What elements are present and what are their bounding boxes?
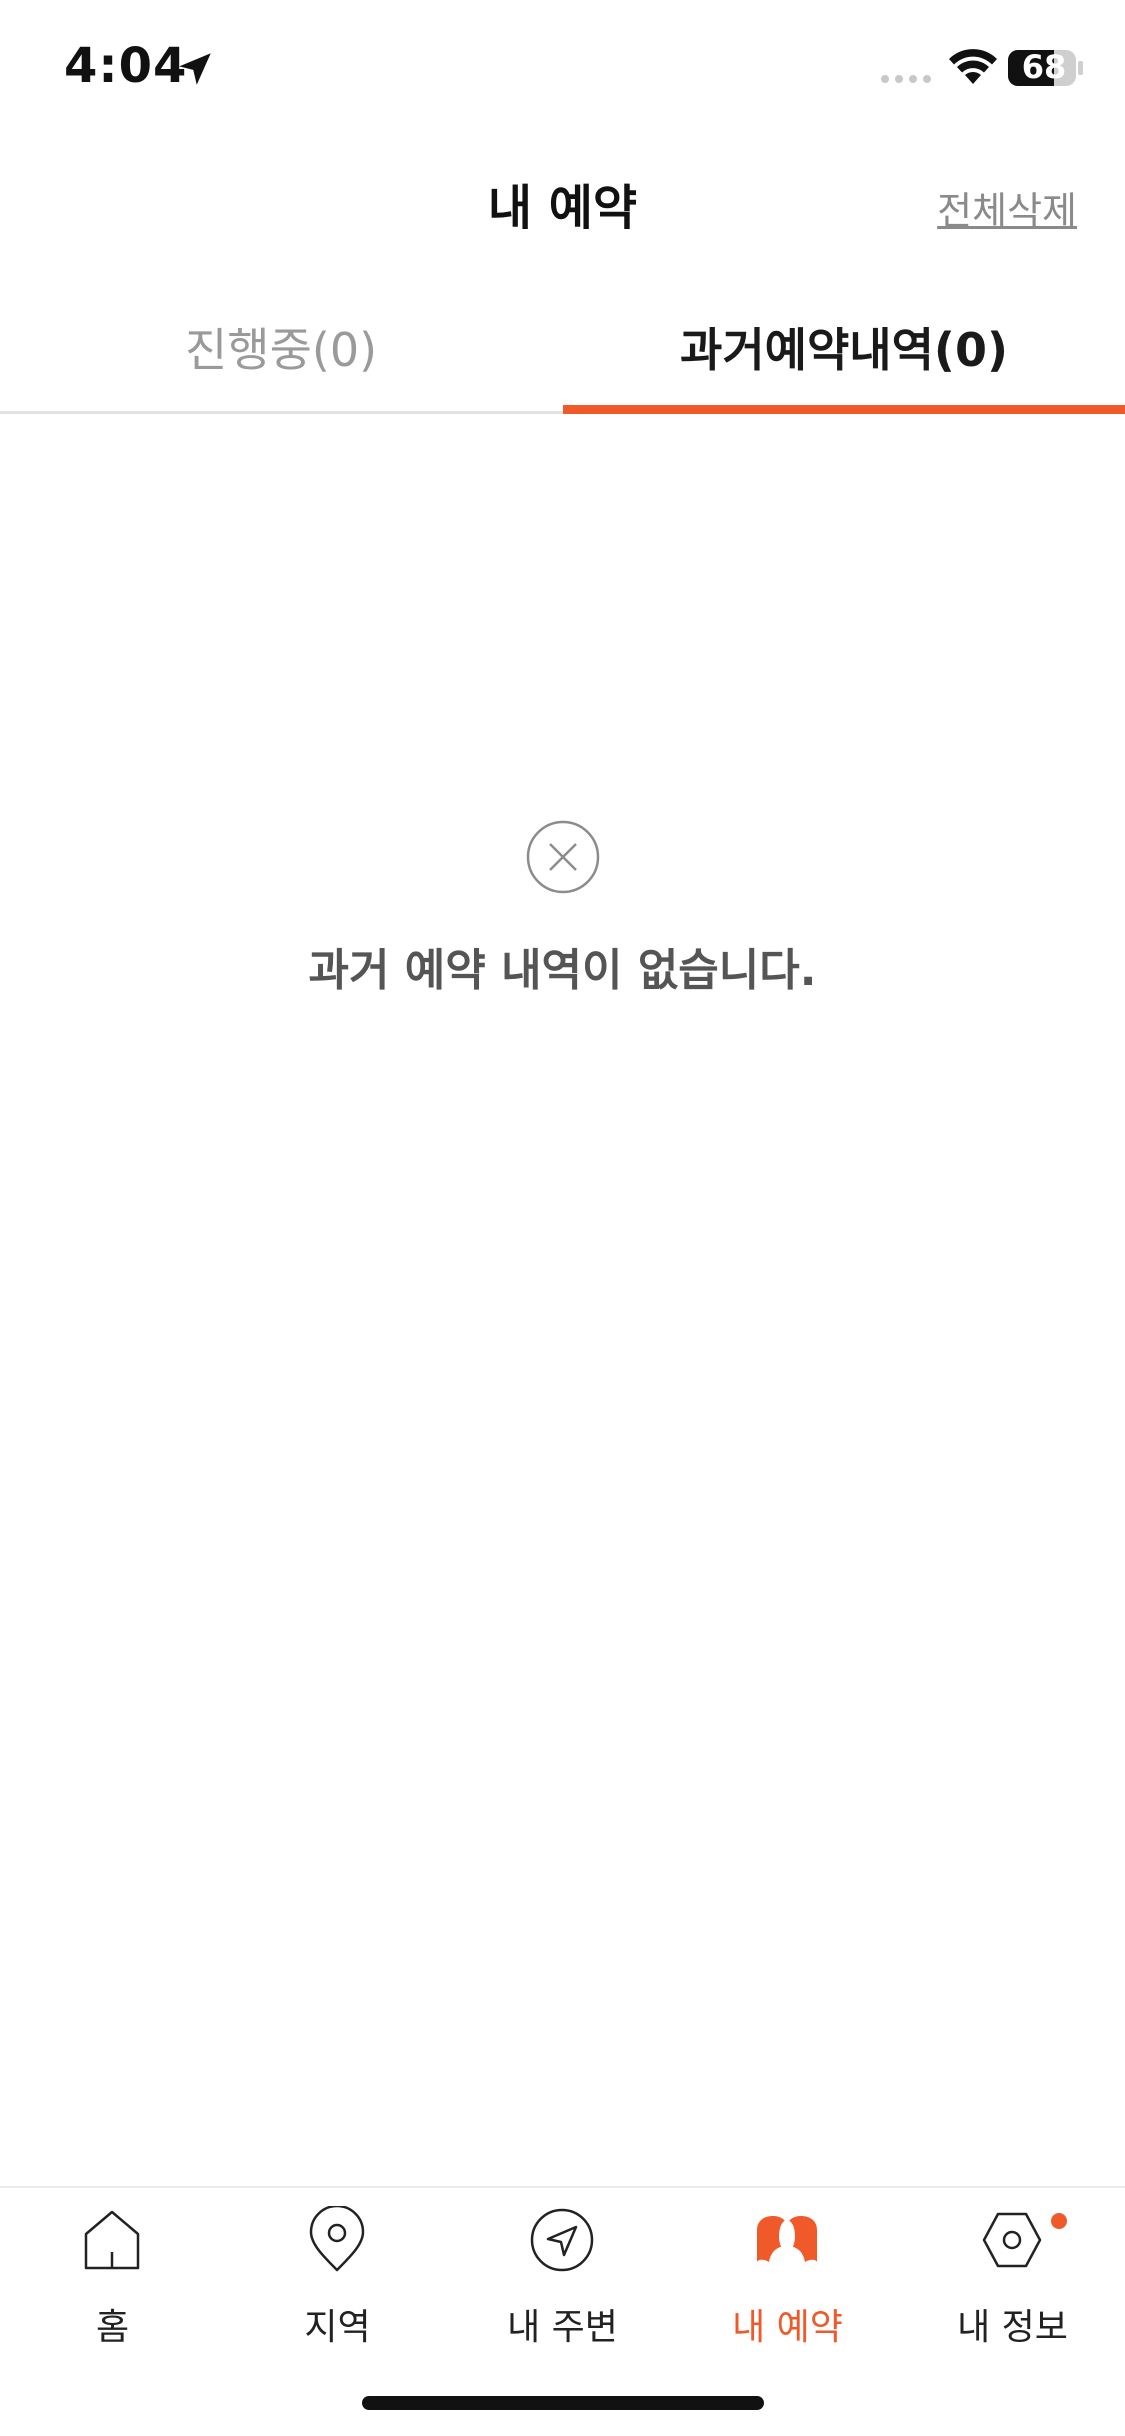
wifi-icon [949, 49, 997, 84]
reservation-tabs: 진행중(0) 과거예약내역(0) [0, 280, 1125, 414]
active-tab-indicator [563, 405, 1125, 414]
nav-label-home: 홈 [95, 2307, 130, 2348]
empty-message: 과거 예약 내역이 없습니다. [308, 945, 817, 996]
nav-my-info[interactable]: 내 정보 [900, 2206, 1125, 2348]
nav-label-region: 지역 [304, 2307, 371, 2348]
status-time: 4:04 [64, 38, 188, 94]
cellular-signal-icon [881, 75, 931, 83]
hexagon-icon [982, 2212, 1042, 2268]
map-pin-icon [309, 2206, 365, 2272]
close-circle-icon [526, 820, 599, 894]
delete-all-button[interactable]: 전체삭제 [937, 180, 1077, 235]
empty-state: 과거 예약 내역이 없습니다. [0, 820, 1125, 998]
location-arrow-icon [179, 53, 211, 85]
home-icon [84, 2210, 140, 2270]
nav-label-nearby: 내 주변 [507, 2307, 618, 2348]
status-bar: 4:04 68 [0, 0, 1125, 140]
nav-region[interactable]: 지역 [225, 2206, 450, 2348]
home-indicator[interactable] [362, 2396, 764, 2410]
battery-level: 68 [1021, 48, 1067, 86]
tab-ongoing[interactable]: 진행중(0) [0, 280, 562, 414]
nav-my-reservations[interactable]: 내 예약 [675, 2206, 900, 2348]
navigation-icon [530, 2208, 594, 2272]
nav-home[interactable]: 홈 [0, 2206, 225, 2348]
tab-past-reservations[interactable]: 과거예약내역(0) [563, 280, 1125, 414]
nav-label-my-info: 내 정보 [957, 2307, 1068, 2348]
nav-label-my-reservations: 내 예약 [732, 2307, 843, 2348]
nav-nearby[interactable]: 내 주변 [450, 2206, 675, 2348]
header: 내 예약 전체삭제 [0, 140, 1125, 260]
reservation-icon [757, 2216, 817, 2262]
notification-badge [1051, 2213, 1067, 2229]
